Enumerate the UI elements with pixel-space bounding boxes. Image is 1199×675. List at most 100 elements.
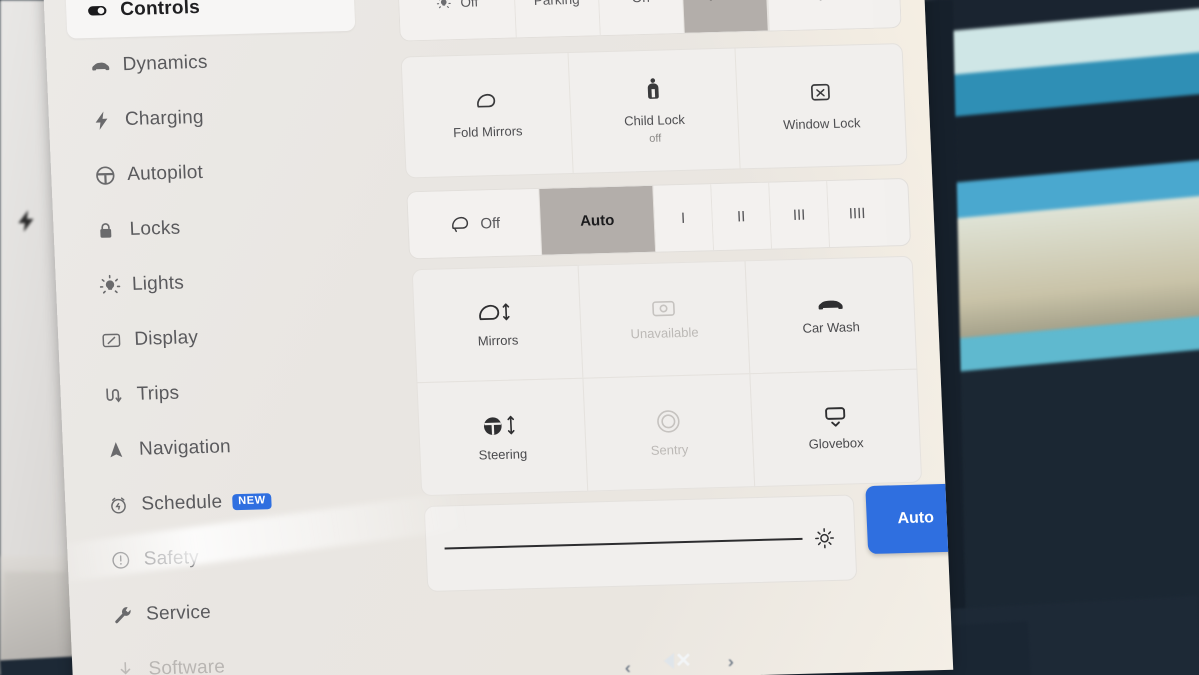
sidebar-item-label: Dynamics xyxy=(122,51,209,75)
sidebar-item-label: Locks xyxy=(129,217,181,240)
mute-cross: ✕ xyxy=(675,650,692,672)
display-icon xyxy=(100,328,135,351)
segment-label: III xyxy=(792,206,806,224)
sidebar-item-label: Trips xyxy=(136,382,180,405)
wiper-speed-3-button[interactable]: III xyxy=(769,181,831,249)
headlight-off-button[interactable]: Off xyxy=(397,0,517,41)
sidebar-item-trips[interactable]: Trips xyxy=(60,360,382,424)
sidebar-item-display[interactable]: Display xyxy=(57,305,379,369)
grid-label: Glovebox xyxy=(808,435,864,452)
sidebar-item-lights[interactable]: Lights xyxy=(55,250,377,314)
segment-label: On xyxy=(631,0,650,5)
toggle-icon xyxy=(86,0,121,22)
sidebar-item-label: Service xyxy=(145,601,212,625)
fold-mirrors-tile[interactable]: Fold Mirrors xyxy=(401,53,574,178)
auto-high-beam-button[interactable]: A xyxy=(765,0,874,31)
sidebar-item-dynamics[interactable]: Dynamics xyxy=(45,31,367,95)
headlight-on-button[interactable]: On xyxy=(597,0,685,36)
sidebar-item-autopilot[interactable]: Autopilot xyxy=(50,140,372,204)
sidebar-item-label: Software xyxy=(148,655,226,675)
wiper-off-button[interactable]: Off xyxy=(407,188,543,259)
trips-icon xyxy=(102,383,137,406)
quick-tiles-row: Fold Mirrors Child Lock off Window Lock xyxy=(400,42,908,179)
wiper-speed-selector: Off Auto I II III IIII xyxy=(406,177,912,260)
button-label: Auto xyxy=(897,509,935,528)
volume-muted-icon[interactable]: ✕ xyxy=(664,650,692,672)
lock-icon xyxy=(95,218,130,241)
tile-label: Child Lock xyxy=(623,111,686,129)
speaker-shape xyxy=(664,653,674,669)
tile-label: Fold Mirrors xyxy=(452,123,523,141)
download-icon xyxy=(114,658,149,675)
segment-label: Parking xyxy=(534,0,580,7)
sidebar-item-service[interactable]: Service xyxy=(69,580,391,644)
segment-label: Auto xyxy=(709,0,740,3)
sidebar-item-label: Navigation xyxy=(138,435,232,460)
sidebar-item-label: Controls xyxy=(119,0,201,20)
bulb-icon xyxy=(98,272,133,297)
sentry-button: Sentry xyxy=(582,372,756,492)
sidebar-item-label: Schedule xyxy=(140,491,223,515)
headlight-mode-selector: Off Parking On Auto A xyxy=(396,0,902,42)
sidebar-item-navigation[interactable]: Navigation NEW xyxy=(62,415,384,479)
schedule-clock-icon xyxy=(107,493,142,516)
wiper-auto-button[interactable]: Auto xyxy=(539,185,657,255)
steering-wheel-icon xyxy=(93,163,128,188)
segment-label: Auto xyxy=(579,211,615,230)
grid-label: Mirrors xyxy=(477,332,519,349)
bolt-icon xyxy=(90,109,125,132)
sidebar-item-label: Charging xyxy=(124,106,205,130)
chevron-right-icon[interactable]: › xyxy=(728,652,734,672)
controls-grid: Mirrors Unavailable Car Wash Steering Se… xyxy=(411,255,922,496)
car-front-icon xyxy=(815,294,846,315)
grid-label: Sentry xyxy=(650,441,689,458)
child-lock-tile[interactable]: Child Lock off xyxy=(568,48,741,173)
camera-icon xyxy=(650,297,677,320)
sidebar-item-charging[interactable]: Charging xyxy=(48,85,370,149)
unavailable-button: Unavailable xyxy=(577,259,751,379)
steering-button[interactable]: Steering xyxy=(415,377,589,496)
car-wash-button[interactable]: Car Wash xyxy=(744,255,917,374)
segment-label: Off xyxy=(460,0,479,10)
mirror-adjust-icon xyxy=(474,298,519,327)
sidebar-item-locks[interactable]: Locks xyxy=(53,195,375,259)
sidebar-item-label: Safety xyxy=(143,546,200,570)
mirrors-button[interactable]: Mirrors xyxy=(411,264,584,383)
brightness-slider[interactable] xyxy=(423,494,858,592)
grid-label: Car Wash xyxy=(802,319,861,336)
window-lock-tile[interactable]: Window Lock xyxy=(735,44,906,168)
car-front-icon xyxy=(88,53,123,78)
glovebox-button[interactable]: Glovebox xyxy=(749,368,922,487)
headlight-parking-button[interactable]: Parking xyxy=(513,0,601,38)
tesla-touchscreen: Controls Dynamics Charging Autopilot Loc… xyxy=(42,0,954,675)
wiper-speed-2-button[interactable]: II xyxy=(711,182,773,251)
brightness-auto-button[interactable]: Auto xyxy=(865,483,954,555)
auto-high-beam-icon: A xyxy=(805,0,836,5)
brightness-track[interactable] xyxy=(444,537,803,550)
steering-adjust-icon xyxy=(478,410,525,441)
segment-label: I xyxy=(680,209,686,227)
wiper-speed-1-button[interactable]: I xyxy=(653,184,715,252)
segment-label: Off xyxy=(479,214,501,232)
bolt-icon xyxy=(14,205,42,239)
sidebar-item-safety[interactable]: Safety xyxy=(67,525,389,589)
wiper-speed-4-button[interactable]: IIII xyxy=(827,179,888,247)
grid-label: Unavailable xyxy=(630,324,699,342)
controls-content: Off Parking On Auto A xyxy=(395,0,954,675)
sentry-icon xyxy=(653,406,684,437)
headlight-auto-button[interactable]: Auto xyxy=(681,0,769,33)
sidebar: Controls Dynamics Charging Autopilot Loc… xyxy=(43,0,394,675)
glovebox-icon xyxy=(820,404,849,431)
sidebar-item-label: Display xyxy=(133,326,199,350)
environment-left-object xyxy=(4,572,66,658)
bulb-icon xyxy=(435,0,453,11)
new-badge: NEW xyxy=(231,492,273,510)
wrench-icon xyxy=(112,603,147,626)
wiper-icon xyxy=(448,214,473,235)
alert-circle-icon xyxy=(109,548,144,571)
sidebar-item-schedule[interactable]: Schedule NEW xyxy=(64,470,386,534)
segment-label: II xyxy=(736,207,746,226)
chevron-left-icon[interactable]: ‹ xyxy=(625,658,631,675)
child-lock-icon xyxy=(642,76,665,101)
sun-icon[interactable] xyxy=(812,526,837,551)
